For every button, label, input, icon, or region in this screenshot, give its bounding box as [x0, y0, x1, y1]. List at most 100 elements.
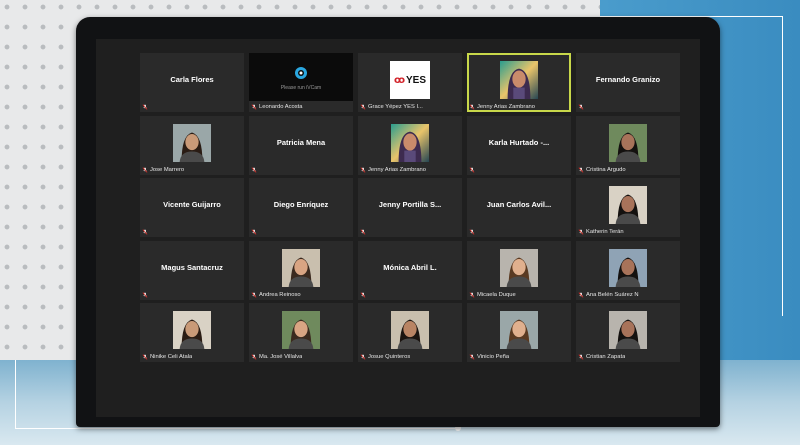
participant-label-text: Grace Yépez YES I...: [368, 104, 423, 110]
participant-tile[interactable]: Vicente Guijarro: [140, 178, 244, 237]
participant-tile[interactable]: Mónica Abril L.: [358, 240, 462, 300]
participant-tile[interactable]: Cristina Argudo: [576, 115, 680, 175]
microphone-muted-icon: [469, 229, 475, 235]
microphone-muted-icon: [578, 104, 584, 110]
participant-label-text: Jenny Arias Zambrano: [368, 166, 426, 173]
participant-label-text: Leonardo Acosta: [259, 104, 303, 110]
participant-label: Grace Yépez YES I...: [360, 104, 460, 110]
participant-video: [391, 311, 429, 349]
participant-tile[interactable]: Magus Santacruz: [140, 240, 244, 300]
participant-name: Juan Carlos Avil...: [486, 200, 552, 209]
participant-label-text: Vinicio Peña: [477, 354, 510, 360]
participant-video: [173, 123, 211, 162]
participant-name: Mónica Abril L.: [383, 262, 437, 272]
participant-tile[interactable]: Josue Quinteros: [358, 303, 462, 362]
participant-name: Fernando Granizo: [595, 75, 661, 84]
participant-tile[interactable]: Ma. José Villalva: [249, 303, 353, 362]
participant-video: [282, 311, 320, 349]
participant-label-text: Ninike Celi Atala: [150, 354, 193, 360]
participant-tile[interactable]: Andrea Reinoso: [249, 240, 353, 300]
logo-text: YES: [406, 74, 427, 86]
participant-label: Jenny Arias Zambrano: [469, 104, 569, 110]
participant-label: Katherin Terán: [578, 229, 678, 235]
participant-label: Ana Belén Suárez N: [578, 292, 678, 298]
participant-tile[interactable]: Micaela Duque: [467, 240, 571, 300]
participant-label: Vinicio Peña: [469, 354, 569, 360]
participant-name: Carla Flores: [170, 75, 214, 84]
microphone-muted-icon: [469, 354, 475, 360]
participant-label: [251, 166, 351, 173]
participant-label: Ma. José Villalva: [251, 354, 351, 360]
participant-video: [609, 186, 647, 224]
participant-tile[interactable]: Katherin Terán: [576, 178, 680, 237]
participant-tile[interactable]: Jenny Arias Zambrano: [467, 53, 571, 112]
participant-tile[interactable]: Jenny Arias Zambrano: [358, 115, 462, 175]
microphone-muted-icon: [360, 291, 366, 298]
participant-tile[interactable]: Karla Hurtado -...: [467, 115, 571, 175]
participant-tile[interactable]: Please run iVCam Leonardo Acosta: [249, 53, 353, 112]
microphone-muted-icon: [142, 166, 148, 173]
participant-label: Jenny Arias Zambrano: [360, 167, 460, 173]
participant-tile[interactable]: Jenny Portilla S...: [358, 178, 462, 237]
video-call-screen: Carla Flores Please run iVCam Leonardo Aco…: [96, 39, 700, 417]
participant-video: Please run iVCam: [249, 53, 353, 101]
participant-video: [609, 123, 647, 162]
participant-tile[interactable]: Fernando Granizo: [576, 53, 680, 112]
microphone-muted-icon: [251, 229, 257, 235]
participant-tile[interactable]: ꝏ YES Grace Yépez YES I...: [358, 53, 462, 112]
participant-label: [251, 229, 351, 235]
participant-label-text: Cristina Argudo: [586, 166, 626, 173]
decorative-line: [15, 428, 457, 429]
participant-name: Magus Santacruz: [161, 262, 223, 272]
webcam-icon: [295, 67, 307, 79]
participant-video: [173, 311, 211, 349]
participant-tile[interactable]: Ana Belén Suárez N: [576, 240, 680, 300]
participant-tile[interactable]: Patricia Mena: [249, 115, 353, 175]
participant-tile[interactable]: Vinicio Peña: [467, 303, 571, 362]
participant-label-text: Jenny Arias Zambrano: [477, 104, 535, 110]
participant-label-text: Andrea Reinoso: [259, 291, 301, 298]
participant-video: [609, 311, 647, 349]
participant-label: [360, 291, 460, 298]
participant-label: [142, 104, 242, 110]
participant-name: Diego Enríquez: [273, 200, 329, 209]
participant-label: [142, 229, 242, 235]
participant-label: Cristian Zapata: [578, 354, 678, 360]
microphone-muted-icon: [469, 291, 475, 298]
participant-label: [142, 291, 242, 298]
decorative-line: [782, 16, 783, 316]
participant-tile[interactable]: Carla Flores: [140, 53, 244, 112]
participant-tile[interactable]: Cristian Zapata: [576, 303, 680, 362]
participant-tile[interactable]: Juan Carlos Avil...: [467, 178, 571, 237]
microphone-muted-icon: [578, 354, 584, 360]
participant-tile[interactable]: Ninike Celi Atala: [140, 303, 244, 362]
microphone-muted-icon: [251, 354, 257, 360]
laptop-frame: Carla Flores Please run iVCam Leonardo Aco…: [76, 17, 720, 427]
microphone-muted-icon: [251, 104, 257, 110]
logo-text: Please run iVCam: [280, 85, 322, 91]
microphone-muted-icon: [360, 104, 366, 110]
participant-name: Patricia Mena: [276, 137, 326, 147]
microphone-muted-icon: [578, 229, 584, 235]
microphone-muted-icon: [142, 229, 148, 235]
participant-name: Vicente Guijarro: [163, 200, 221, 209]
participant-label: [469, 166, 569, 173]
participant-tile[interactable]: Diego Enríquez: [249, 178, 353, 237]
participant-video: [500, 248, 538, 287]
yes-logo: ꝏ YES: [390, 61, 430, 99]
participant-tile[interactable]: Jose Marrero: [140, 115, 244, 175]
microphone-muted-icon: [142, 104, 148, 110]
microphone-muted-icon: [578, 166, 584, 173]
decorative-line: [15, 360, 16, 428]
participant-name: Karla Hurtado -...: [488, 137, 550, 147]
microphone-muted-icon: [360, 166, 366, 173]
participant-video: [500, 61, 538, 99]
participant-video: [609, 248, 647, 287]
participant-label: Josue Quinteros: [360, 354, 460, 360]
participant-label-text: Micaela Duque: [477, 291, 516, 298]
participant-label: Cristina Argudo: [578, 167, 678, 173]
participant-label-text: Jose Marrero: [150, 166, 185, 173]
microphone-muted-icon: [469, 166, 475, 173]
microphone-muted-icon: [578, 291, 584, 298]
participant-label: Jose Marrero: [142, 167, 242, 173]
